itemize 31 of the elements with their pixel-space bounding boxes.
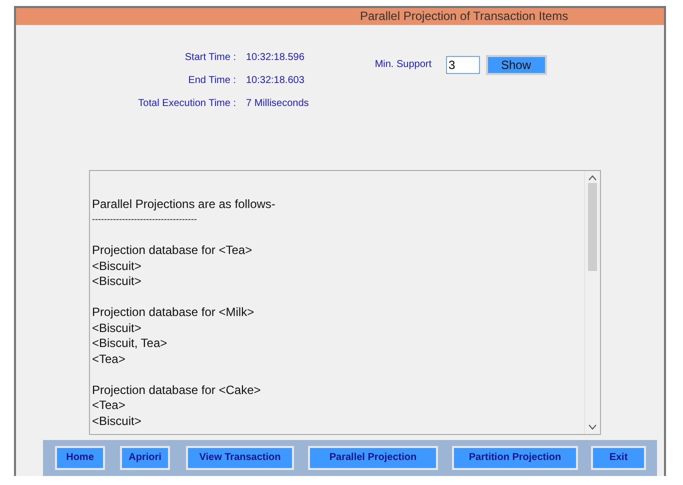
nav-button[interactable]: Parallel Projection bbox=[308, 446, 438, 470]
divider-text: ----------------------------------- bbox=[92, 213, 198, 226]
time-value: 7 Milliseconds bbox=[246, 97, 309, 111]
projection-line: <Biscuit> bbox=[92, 320, 142, 336]
projection-title: Projection database for <Cake> bbox=[92, 382, 262, 398]
nav-button[interactable]: Partition Projection bbox=[452, 446, 578, 470]
nav-button[interactable]: Exit bbox=[591, 446, 646, 470]
nav-button[interactable]: Apriori bbox=[120, 446, 170, 470]
time-value: 10:32:18.596 bbox=[246, 51, 306, 65]
time-label: Total Execution Time : bbox=[137, 97, 236, 111]
show-button[interactable]: Show bbox=[486, 55, 547, 75]
projection-line: <Biscuit> bbox=[92, 258, 142, 274]
projection-line: <Biscuit, Tea> bbox=[92, 336, 168, 352]
projection-line: <Biscuit> bbox=[92, 274, 142, 290]
min-support-label: Min. Support bbox=[374, 58, 432, 72]
nav-button[interactable]: Home bbox=[55, 446, 105, 470]
scroll-up-icon[interactable] bbox=[588, 174, 597, 182]
window-title: Parallel Projection of Transaction Items bbox=[16, 8, 664, 25]
nav-button[interactable]: View Transaction bbox=[186, 446, 294, 470]
output-heading: Parallel Projections are as follows- bbox=[92, 196, 276, 212]
projection-line: <Tea> bbox=[92, 398, 126, 414]
time-label: End Time : bbox=[187, 74, 236, 88]
scroll-down-icon[interactable] bbox=[588, 422, 597, 431]
min-support-field[interactable]: 3 bbox=[446, 56, 480, 74]
projection-title: Projection database for <Tea> bbox=[92, 243, 254, 259]
projection-line: <Tea> bbox=[92, 352, 126, 368]
time-value: 10:32:18.603 bbox=[246, 74, 306, 88]
projection-line: <Biscuit> bbox=[92, 414, 142, 430]
time-label: Start Time : bbox=[184, 51, 236, 65]
projection-title: Projection database for <Milk> bbox=[92, 305, 256, 321]
scrollbar-thumb[interactable] bbox=[588, 182, 597, 271]
